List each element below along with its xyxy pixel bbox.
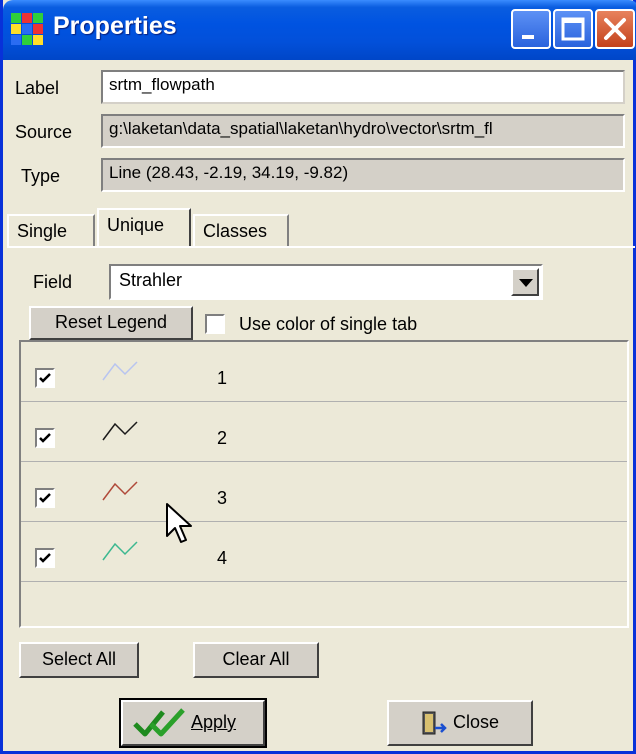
field-select[interactable]: Strahler [109, 264, 543, 300]
minimize-icon [522, 35, 534, 39]
close-label: Close [453, 712, 500, 732]
clear-all-button[interactable]: Clear All [193, 642, 319, 678]
use-color-checkbox[interactable] [205, 314, 225, 334]
checkmark-icon [39, 493, 51, 503]
row-checkbox[interactable] [35, 488, 55, 508]
row-value: 1 [217, 368, 228, 388]
mouse-pointer-icon [166, 503, 192, 543]
apply-button[interactable]: Apply [119, 698, 267, 748]
close-window-button[interactable] [595, 9, 635, 49]
row-value: 4 [217, 548, 228, 568]
minimize-button[interactable] [511, 9, 551, 49]
chevron-down-icon [519, 279, 533, 287]
window-title: Properties [53, 12, 177, 40]
title-bar[interactable]: Properties [3, 0, 636, 60]
label-input[interactable]: srtm_flowpath [101, 70, 625, 104]
maximize-button[interactable] [553, 9, 593, 49]
checkmark-icon [39, 433, 51, 443]
apply-label: Apply [191, 712, 237, 732]
tab-single[interactable]: Single [7, 214, 95, 248]
row-checkbox[interactable] [35, 428, 55, 448]
tab-unique[interactable]: Unique [97, 208, 191, 248]
properties-window: Properties Label srtm_flowpath Source g:… [0, 0, 636, 754]
field-caption: Field [33, 272, 73, 292]
tab-classes[interactable]: Classes [193, 214, 289, 248]
field-select-value: Strahler [119, 270, 183, 290]
row-checkbox[interactable] [35, 548, 55, 568]
label-caption: Label [15, 78, 60, 98]
checkmark-icon [39, 373, 51, 383]
field-dropdown-button[interactable] [511, 268, 539, 296]
row-value: 2 [217, 428, 228, 448]
list-item[interactable]: 2 [21, 402, 627, 462]
close-button[interactable]: Close [387, 700, 533, 746]
list-item[interactable]: 3 [21, 462, 627, 522]
select-all-button[interactable]: Select All [19, 642, 139, 678]
line-symbol-icon [102, 421, 138, 441]
door-exit-icon [422, 711, 447, 735]
source-caption: Source [15, 122, 73, 142]
line-symbol-icon [102, 481, 138, 501]
reset-legend-button[interactable]: Reset Legend [29, 306, 193, 340]
line-symbol-icon [102, 361, 138, 381]
type-caption: Type [21, 166, 61, 186]
app-icon [11, 13, 43, 45]
double-check-icon [133, 708, 185, 737]
row-checkbox[interactable] [35, 368, 55, 388]
source-field: g:\laketan\data_spatial\laketan\hydro\ve… [101, 114, 625, 148]
checkmark-icon [39, 553, 51, 563]
list-item[interactable]: 1 [21, 342, 627, 402]
row-value: 3 [217, 488, 228, 508]
type-field: Line (28.43, -2.19, 34.19, -9.82) [101, 158, 625, 192]
line-symbol-icon [102, 541, 138, 561]
maximize-icon [561, 17, 585, 41]
close-icon [604, 18, 626, 40]
legend-list[interactable]: 1 2 3 4 [19, 340, 629, 628]
list-item[interactable]: 4 [21, 522, 627, 582]
use-color-label: Use color of single tab [239, 314, 418, 334]
